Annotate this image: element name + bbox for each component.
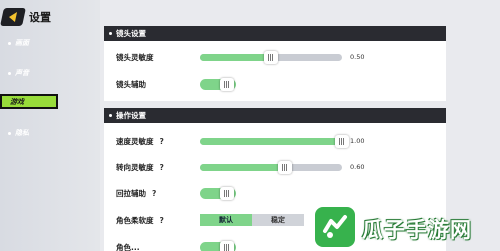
- help-icon[interactable]: ?: [160, 137, 164, 146]
- camera-section-header: 镜头设置: [104, 26, 446, 41]
- slider-fill: [200, 54, 271, 61]
- softness-option-stable[interactable]: 稳定: [252, 214, 304, 226]
- turn-sensitivity-row: 转向灵敏度 ?: [116, 160, 164, 174]
- camera-assist-toggle[interactable]: [200, 78, 236, 91]
- nav-item-label: 画面: [15, 39, 29, 47]
- nav-item-sound[interactable]: 声音: [8, 66, 60, 80]
- bullet-icon: [8, 41, 11, 45]
- partial-row: 角色...: [116, 240, 140, 251]
- turn-sensitivity-slider[interactable]: [200, 161, 342, 174]
- toggle-handle: [220, 78, 234, 91]
- camera-section-panel: [104, 41, 446, 101]
- speed-sensitivity-row: 速度灵敏度 ?: [116, 134, 164, 148]
- watermark-text: 瓜子手游网: [362, 218, 472, 242]
- camera-sensitivity-slider[interactable]: [200, 51, 342, 64]
- character-softness-label: 角色柔软度: [116, 215, 154, 225]
- help-icon[interactable]: ?: [152, 189, 156, 198]
- slider-fill: [200, 164, 286, 171]
- watermark-logo-icon: [315, 207, 355, 247]
- bullet-icon: [8, 71, 11, 75]
- slider-handle[interactable]: [278, 161, 293, 174]
- title-bar: 设置: [0, 6, 60, 28]
- nav-item-label: 声音: [15, 69, 29, 77]
- nav-item-game[interactable]: 游戏: [0, 94, 58, 109]
- section-title: 镜头设置: [116, 29, 146, 38]
- section-title: 操作设置: [116, 111, 146, 120]
- character-softness-row: 角色柔软度 ?: [116, 213, 164, 227]
- slider-handle[interactable]: [335, 135, 349, 148]
- pullback-assist-label: 回拉辅助: [116, 188, 146, 198]
- back-arrow-icon[interactable]: [0, 8, 26, 26]
- speed-sensitivity-label: 速度灵敏度: [116, 136, 154, 146]
- camera-assist-label: 镜头辅助: [116, 79, 146, 89]
- nav-item-label: 隐私: [15, 129, 29, 137]
- nav-item-label: 游戏: [10, 97, 24, 106]
- partial-row-toggle[interactable]: [200, 241, 236, 251]
- camera-sensitivity-row: 镜头灵敏度: [116, 50, 154, 64]
- character-softness-selector: 默认 稳定: [200, 214, 304, 226]
- softness-option-default[interactable]: 默认: [200, 214, 252, 226]
- toggle-handle: [220, 187, 234, 200]
- nav-item-privacy[interactable]: 隐私: [8, 126, 60, 140]
- help-icon[interactable]: ?: [160, 163, 164, 172]
- slider-fill: [200, 138, 342, 145]
- slider-handle[interactable]: [264, 51, 278, 64]
- pullback-assist-toggle[interactable]: [200, 187, 236, 200]
- speed-sensitivity-value: 1.00: [350, 137, 365, 145]
- control-section-header: 操作设置: [104, 108, 446, 123]
- turn-sensitivity-value: 0.60: [350, 163, 365, 171]
- camera-sensitivity-label: 镜头灵敏度: [116, 52, 154, 62]
- speed-sensitivity-slider[interactable]: [200, 135, 349, 148]
- help-icon[interactable]: ?: [160, 216, 164, 225]
- partial-row-label: 角色...: [116, 242, 140, 251]
- bullet-icon: [8, 131, 11, 135]
- pullback-assist-row: 回拉辅助 ?: [116, 186, 156, 200]
- toggle-handle: [220, 241, 234, 251]
- camera-assist-row: 镜头辅助: [116, 77, 146, 91]
- turn-sensitivity-label: 转向灵敏度: [116, 162, 154, 172]
- nav-item-graphics[interactable]: 画面: [8, 36, 60, 50]
- page-title: 设置: [29, 11, 51, 24]
- camera-sensitivity-value: 0.50: [350, 53, 365, 61]
